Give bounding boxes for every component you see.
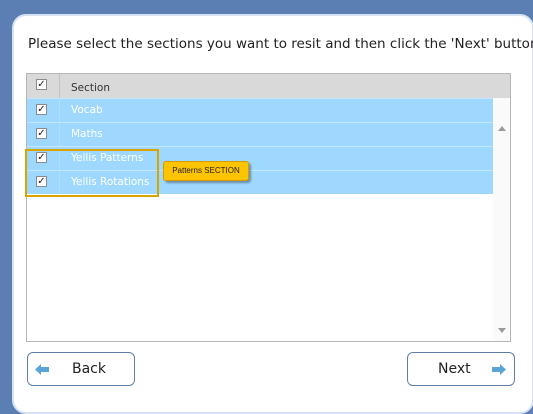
section-row-vocab[interactable]: ✓ Vocab (27, 98, 493, 122)
sections-grid: ✓ Section ✓ Vocab ✓ Maths ✓ Yellis Patte… (26, 73, 511, 342)
caret-up-icon[interactable] (498, 126, 506, 131)
row-label: Vocab (71, 104, 103, 116)
back-button-label: Back (72, 361, 106, 377)
section-row-maths[interactable]: ✓ Maths (27, 122, 493, 146)
section-column-header: Section (71, 82, 111, 94)
next-button-label: Next (438, 361, 471, 377)
row-label: Maths (71, 128, 103, 140)
row-checkbox[interactable]: ✓ (36, 128, 47, 139)
vertical-scrollbar[interactable] (493, 98, 510, 341)
next-button[interactable]: Next (407, 352, 515, 386)
yellis-selection-highlight (25, 149, 159, 197)
select-all-checkbox[interactable]: ✓ (36, 79, 47, 90)
row-check-cell: ✓ (27, 123, 60, 146)
arrow-left-icon (35, 364, 49, 375)
section-tooltip: Patterns SECTION (163, 161, 249, 181)
header-check-cell: ✓ (27, 74, 60, 98)
row-checkbox[interactable]: ✓ (36, 104, 47, 115)
instruction-text: Please select the sections you want to r… (28, 36, 533, 52)
row-check-cell: ✓ (27, 99, 60, 122)
caret-down-icon[interactable] (498, 328, 506, 333)
grid-header: ✓ Section (27, 74, 510, 98)
back-button[interactable]: Back (27, 352, 135, 386)
arrow-right-icon (492, 364, 506, 375)
